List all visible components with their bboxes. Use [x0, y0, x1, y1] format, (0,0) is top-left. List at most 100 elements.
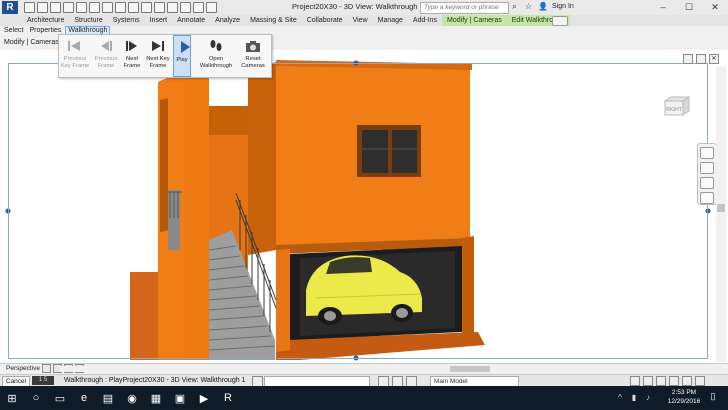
subscription-icon[interactable]: ☆ — [524, 2, 533, 11]
tag-icon[interactable] — [128, 2, 139, 13]
open-walkthrough-button[interactable]: Open Walkthrough — [197, 35, 235, 77]
clock-date: 12/29/2016 — [667, 398, 701, 405]
next-keyframe-icon — [147, 38, 169, 54]
next-frame-button[interactable]: Next Frame — [121, 35, 143, 77]
user-icon[interactable]: 👤 — [538, 2, 548, 11]
restore-icon[interactable] — [683, 54, 693, 64]
redo-icon[interactable] — [76, 2, 87, 13]
play-button[interactable]: Play — [173, 35, 191, 77]
select-panel-label[interactable]: Select — [2, 26, 25, 36]
binoculars-icon[interactable]: ⌕ — [510, 2, 519, 11]
select-pinned-icon[interactable] — [656, 376, 666, 386]
app-icon[interactable]: ▣ — [168, 386, 192, 410]
search-input[interactable]: Type a keyword or phrase — [420, 2, 509, 14]
section-icon[interactable] — [167, 2, 178, 13]
sync-icon[interactable] — [50, 2, 61, 13]
previous-key-frame-label: Previous Key Frame — [60, 56, 90, 69]
maximize-view-icon[interactable] — [696, 54, 706, 64]
previous-key-frame-button[interactable]: Previous Key Frame — [59, 35, 91, 77]
select-links-icon[interactable] — [630, 376, 640, 386]
calculator-icon[interactable]: ▦ — [144, 386, 168, 410]
visual-style-icon[interactable] — [42, 364, 51, 373]
status-bar-tools — [630, 376, 705, 386]
next-frame-label: Next Frame — [123, 56, 141, 69]
notification-icon[interactable]: ▯ — [707, 390, 719, 402]
select-by-face-icon[interactable] — [669, 376, 679, 386]
undo-icon[interactable] — [63, 2, 74, 13]
viewcube[interactable]: RIGHT — [661, 95, 691, 117]
search-icon[interactable]: ○ — [24, 386, 48, 410]
sign-in-link[interactable]: Sign In — [552, 3, 574, 10]
frame-counter: 1 5 — [32, 376, 54, 385]
tab-view[interactable]: View — [348, 15, 373, 26]
tab-systems[interactable]: Systems — [108, 15, 145, 26]
orbit-icon[interactable] — [700, 192, 714, 204]
ribbon-minimize-toggle[interactable] — [552, 16, 568, 26]
open-icon[interactable] — [24, 2, 35, 13]
tab-massing-site[interactable]: Massing & Site — [245, 15, 302, 26]
network-icon[interactable]: ▮ — [630, 394, 638, 402]
viewcube-face-label: RIGHT — [666, 107, 682, 113]
measure-icon[interactable] — [102, 2, 113, 13]
filter-count-icon[interactable] — [695, 376, 705, 386]
tab-modify-cameras[interactable]: Modify | Cameras — [442, 15, 507, 26]
previous-frame-button[interactable]: Previous Frame — [92, 35, 120, 77]
quick-access-toolbar — [24, 2, 217, 13]
status-message: Walkthrough : PlayProject20X30 - 3D View… — [64, 377, 246, 384]
start-icon[interactable]: ⊞ — [0, 386, 24, 410]
edge-icon[interactable]: e — [72, 386, 96, 410]
document-title: Project20X30 - 3D View: Walkthrough 1 — [292, 2, 424, 11]
default-3d-view-icon[interactable] — [154, 2, 165, 13]
tab-insert[interactable]: Insert — [145, 15, 173, 26]
minimize-button[interactable]: – — [650, 0, 676, 14]
media-icon[interactable]: ▶ — [192, 386, 216, 410]
app-menu-button[interactable]: R — [2, 1, 18, 14]
chrome-icon[interactable]: ◉ — [120, 386, 144, 410]
clock-time: 2:53 PM — [671, 389, 697, 396]
pan-icon[interactable] — [700, 177, 714, 189]
walkthrough-panel: Previous Key Frame Previous Frame Next F… — [58, 34, 272, 78]
steering-wheel-icon[interactable] — [700, 147, 714, 159]
play-icon — [174, 39, 196, 55]
tab-manage[interactable]: Manage — [373, 15, 408, 26]
drag-elements-icon[interactable] — [682, 376, 692, 386]
revit-taskbar-icon[interactable]: R — [216, 386, 240, 410]
vertical-scroll-thumb[interactable] — [717, 204, 725, 212]
close-view-icon[interactable]: ✕ — [709, 54, 719, 64]
clock[interactable]: 2:53 PM 12/29/2016 — [664, 388, 704, 406]
print-icon[interactable] — [89, 2, 100, 13]
title-bar-icons: ⌕ ☆ 👤 — [510, 2, 548, 11]
tab-analyze[interactable]: Analyze — [210, 15, 245, 26]
tab-collaborate[interactable]: Collaborate — [302, 15, 348, 26]
next-key-frame-button[interactable]: Next Key Frame — [144, 35, 172, 77]
file-explorer-icon[interactable]: ▤ — [96, 386, 120, 410]
previous-frame-label: Previous Frame — [94, 56, 118, 69]
vertical-scrollbar[interactable] — [716, 66, 726, 362]
text-icon[interactable] — [141, 2, 152, 13]
zoom-icon[interactable] — [700, 162, 714, 174]
horizontal-scrollbar[interactable] — [60, 366, 620, 372]
maximize-button[interactable]: ☐ — [676, 0, 702, 14]
horizontal-scroll-thumb[interactable] — [450, 366, 490, 372]
crop-region[interactable] — [8, 63, 708, 359]
close-button[interactable]: ✕ — [702, 0, 728, 14]
thin-lines-icon[interactable] — [180, 2, 191, 13]
navigation-bar — [697, 143, 717, 205]
tab-architecture[interactable]: Architecture — [22, 15, 69, 26]
switch-windows-icon[interactable] — [206, 2, 217, 13]
dimension-icon[interactable] — [115, 2, 126, 13]
tab-annotate[interactable]: Annotate — [172, 15, 210, 26]
tab-structure[interactable]: Structure — [69, 15, 107, 26]
ribbon-tabs: Architecture Structure Systems Insert An… — [22, 15, 570, 26]
close-hidden-icon[interactable] — [193, 2, 204, 13]
tab-add-ins[interactable]: Add-Ins — [408, 15, 442, 26]
previous-keyframe-icon — [64, 38, 86, 54]
save-icon[interactable] — [37, 2, 48, 13]
task-view-icon[interactable]: ▭ — [48, 386, 72, 410]
next-key-frame-label: Next Key Frame — [146, 56, 170, 69]
camera-icon — [242, 38, 264, 54]
volume-icon[interactable]: ♪ — [644, 394, 652, 402]
select-underlay-icon[interactable] — [643, 376, 653, 386]
tray-expand-icon[interactable]: ^ — [616, 394, 624, 402]
reset-cameras-button[interactable]: Reset Cameras — [237, 35, 269, 77]
